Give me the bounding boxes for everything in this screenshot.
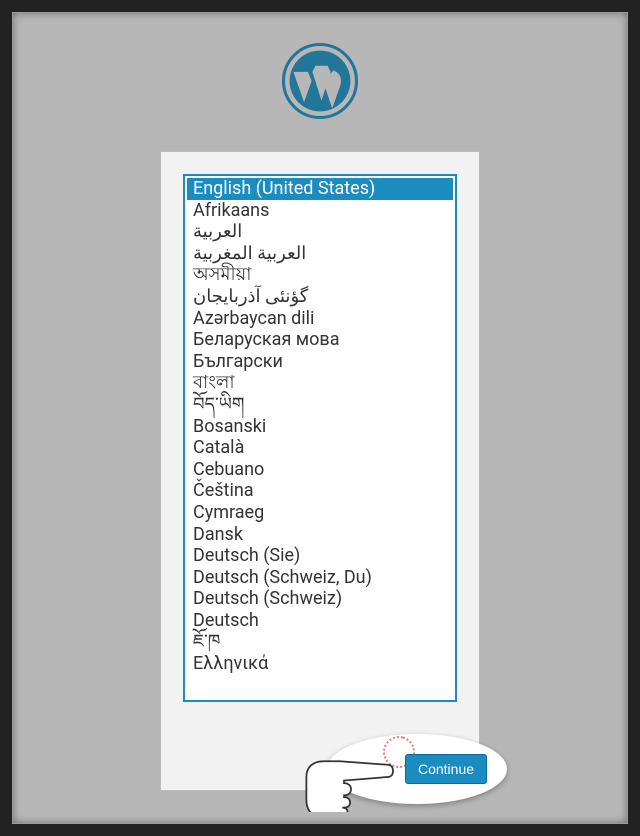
language-option[interactable]: বাংলা xyxy=(187,372,453,394)
language-option[interactable]: অসমীয়া xyxy=(187,264,453,286)
viewport: English (United States)Afrikaansالعربيةا… xyxy=(12,12,628,824)
language-option[interactable]: Bosanski xyxy=(187,416,453,438)
language-option[interactable]: العربية xyxy=(187,221,453,243)
language-option[interactable]: Беларуская мова xyxy=(187,329,453,351)
language-option[interactable]: Deutsch xyxy=(187,610,453,632)
language-option[interactable]: ཇོ་ཁ xyxy=(187,631,453,653)
language-option[interactable]: Cebuano xyxy=(187,459,453,481)
language-option[interactable]: བོད་ཡིག xyxy=(187,394,453,416)
language-option[interactable]: Deutsch (Schweiz, Du) xyxy=(187,567,453,589)
language-option[interactable]: گؤنئی آذربایجان xyxy=(187,286,453,308)
language-option[interactable]: Deutsch (Sie) xyxy=(187,545,453,567)
continue-button[interactable]: Continue xyxy=(405,754,487,784)
language-option[interactable]: Dansk xyxy=(187,524,453,546)
window-frame: English (United States)Afrikaansالعربيةا… xyxy=(0,0,640,836)
language-option[interactable]: Čeština xyxy=(187,480,453,502)
language-select[interactable]: English (United States)Afrikaansالعربيةا… xyxy=(183,174,457,702)
logo-container xyxy=(13,43,627,123)
language-option[interactable]: Български xyxy=(187,351,453,373)
language-option[interactable]: English (United States) xyxy=(187,178,453,200)
continue-highlight: Continue xyxy=(307,722,507,812)
language-panel: English (United States)Afrikaansالعربيةا… xyxy=(160,151,480,791)
language-option[interactable]: Ελληνικά xyxy=(187,653,453,675)
wordpress-logo-icon xyxy=(282,43,358,119)
language-option[interactable]: العربية المغربية xyxy=(187,243,453,265)
language-option[interactable]: Azərbaycan dili xyxy=(187,308,453,330)
pointing-hand-icon xyxy=(297,742,412,812)
language-option[interactable]: Cymraeg xyxy=(187,502,453,524)
language-option[interactable]: Deutsch (Schweiz) xyxy=(187,588,453,610)
language-option[interactable]: Afrikaans xyxy=(187,200,453,222)
language-option[interactable]: Català xyxy=(187,437,453,459)
